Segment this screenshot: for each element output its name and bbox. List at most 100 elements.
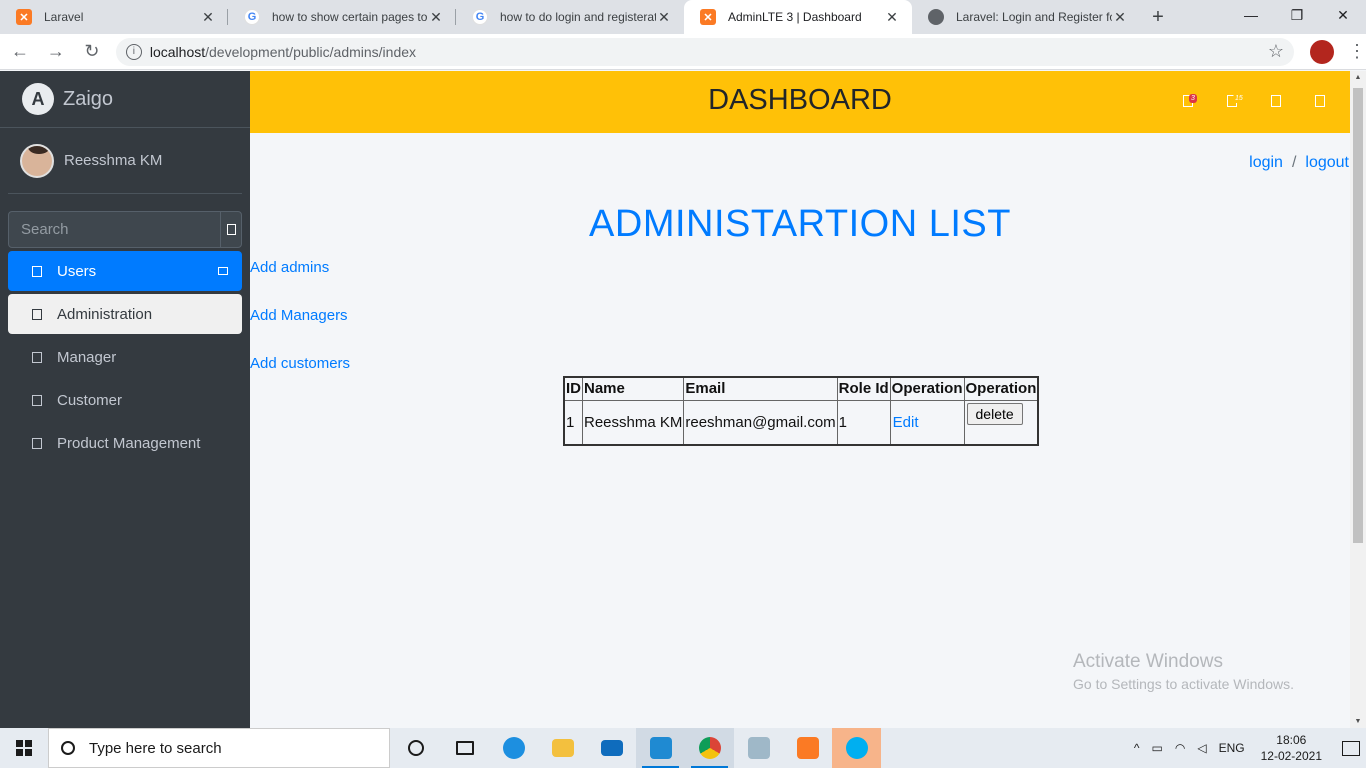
column-header: Operation xyxy=(963,376,1039,401)
info-icon[interactable]: i xyxy=(125,43,142,60)
browser-menu-icon[interactable]: ⋮ xyxy=(1348,41,1366,62)
cell-email: reeshman@gmail.com xyxy=(683,399,838,446)
sidebar-item-users[interactable]: Users xyxy=(8,251,242,291)
close-icon[interactable]: ✕ xyxy=(656,9,672,26)
page-title: ADMINISTARTION LIST xyxy=(589,203,1011,245)
taskbar-search[interactable]: Type here to search xyxy=(48,728,390,768)
minimize-icon[interactable]: — xyxy=(1228,0,1274,30)
cell-role-id: 1 xyxy=(836,399,891,446)
sidebar-search-button[interactable] xyxy=(220,212,241,247)
table-header-row: ID Name Email Role Id Operation Operatio… xyxy=(563,376,1039,401)
mail-icon[interactable] xyxy=(587,728,636,768)
url-host: localhost xyxy=(149,43,206,60)
main-sidebar: A Zaigo Reesshma KM Users Administration… xyxy=(0,71,250,728)
edit-link[interactable]: Edit xyxy=(893,414,919,431)
browser-tab[interactable]: ✕ Laravel ✕ xyxy=(0,0,228,34)
address-bar[interactable]: i localhost/development/public/admins/in… xyxy=(115,37,1295,66)
circle-icon xyxy=(32,308,42,320)
profile-avatar-icon[interactable] xyxy=(1310,39,1335,64)
delete-button[interactable]: delete xyxy=(966,402,1023,425)
forward-icon[interactable]: → xyxy=(40,36,72,68)
wifi-icon[interactable]: ◠ xyxy=(1175,741,1185,755)
user-panel: Reesshma KM xyxy=(8,128,242,194)
vscode-icon[interactable] xyxy=(636,728,685,768)
tab-title: how to show certain pages to u xyxy=(272,10,428,24)
reload-icon[interactable]: ↻ xyxy=(76,36,108,68)
logout-link[interactable]: logout xyxy=(1305,154,1349,171)
add-customers-link[interactable]: Add customers xyxy=(250,355,350,372)
users-icon xyxy=(32,265,42,277)
navbar-icons: 3 15 xyxy=(1149,94,1325,107)
browser-tab[interactable]: G how to show certain pages to u ✕ xyxy=(228,0,456,34)
fullscreen-icon[interactable] xyxy=(1271,95,1281,107)
cell-delete: delete xyxy=(963,399,1039,446)
url-path: /development/public/admins/index xyxy=(205,43,417,60)
language-indicator[interactable]: ENG xyxy=(1219,741,1245,755)
xampp-icon: ✕ xyxy=(16,9,32,25)
close-icon[interactable]: ✕ xyxy=(1112,9,1128,26)
add-managers-link[interactable]: Add Managers xyxy=(250,307,348,324)
scroll-up-icon[interactable]: ▲ xyxy=(1350,74,1366,81)
clock-time: 18:06 xyxy=(1276,733,1307,747)
new-tab-button[interactable]: + xyxy=(1140,0,1176,34)
user-avatar xyxy=(20,143,54,178)
admins-table: ID Name Email Role Id Operation Operatio… xyxy=(563,376,1040,446)
column-header: Operation xyxy=(889,376,965,401)
auth-links: login / logout xyxy=(1249,154,1350,172)
edge-icon[interactable] xyxy=(489,728,538,768)
close-window-icon[interactable]: ✕ xyxy=(1320,0,1366,30)
tab-title: AdminLTE 3 | Dashboard xyxy=(728,10,862,24)
sidebar-item-administration[interactable]: Administration xyxy=(8,294,242,334)
add-admins-link[interactable]: Add admins xyxy=(250,259,329,276)
sidebar-search xyxy=(8,211,242,248)
sidebar-item-customer[interactable]: Customer xyxy=(8,380,242,420)
login-link[interactable]: login xyxy=(1249,154,1283,171)
sidebar-item-label: Users xyxy=(57,262,97,280)
circle-icon xyxy=(32,437,42,449)
file-explorer-icon[interactable] xyxy=(538,728,587,768)
browser-tab-active[interactable]: ✕ AdminLTE 3 | Dashboard ✕ xyxy=(684,0,912,34)
cell-edit: Edit xyxy=(889,399,965,446)
back-icon[interactable]: ← xyxy=(4,36,36,68)
column-header: Email xyxy=(683,376,838,401)
brand-link[interactable]: A Zaigo xyxy=(0,71,250,128)
notepad-icon[interactable] xyxy=(734,728,783,768)
column-header: ID xyxy=(563,376,583,401)
sidebar-item-product-management[interactable]: Product Management xyxy=(8,423,242,463)
watermark-title: Activate Windows xyxy=(1073,651,1223,672)
sidebar-search-input[interactable] xyxy=(9,212,220,247)
xampp-icon[interactable] xyxy=(783,728,832,768)
window-controls: — ❐ ✕ xyxy=(1228,0,1366,34)
cortana-icon[interactable] xyxy=(391,728,440,768)
chevron-up-icon[interactable]: ^ xyxy=(1134,741,1140,755)
close-icon[interactable]: ✕ xyxy=(428,9,444,26)
globe-icon xyxy=(928,9,944,25)
restore-icon[interactable]: ❐ xyxy=(1274,0,1320,30)
activate-windows-watermark: Activate Windows Go to Settings to activ… xyxy=(1073,651,1294,692)
browser-tab[interactable]: Laravel: Login and Register for ✕ xyxy=(912,0,1140,34)
scrollbar-thumb[interactable] xyxy=(1353,88,1363,543)
messages-icon[interactable]: 3 xyxy=(1183,94,1197,107)
clock[interactable]: 18:06 12-02-2021 xyxy=(1261,732,1322,764)
notification-center-icon[interactable] xyxy=(1342,740,1360,756)
sidebar-item-manager[interactable]: Manager xyxy=(8,337,242,377)
skype-icon[interactable] xyxy=(832,728,881,768)
close-icon[interactable]: ✕ xyxy=(200,9,216,26)
user-name[interactable]: Reesshma KM xyxy=(64,152,162,169)
scroll-down-icon[interactable]: ▼ xyxy=(1350,718,1366,725)
control-sidebar-icon[interactable] xyxy=(1315,95,1325,107)
close-icon[interactable]: ✕ xyxy=(884,9,900,26)
chrome-icon[interactable] xyxy=(685,728,734,768)
windows-logo-icon xyxy=(16,740,32,756)
battery-icon[interactable]: ▭ xyxy=(1152,741,1163,755)
start-button[interactable] xyxy=(0,728,48,768)
task-view-icon[interactable] xyxy=(440,728,489,768)
search-icon xyxy=(226,224,236,235)
notifications-icon[interactable]: 15 xyxy=(1227,94,1245,107)
breadcrumb-divider: / xyxy=(1291,154,1297,171)
volume-icon[interactable]: ◁ xyxy=(1197,741,1206,755)
browser-tab[interactable]: G how to do login and registerati ✕ xyxy=(456,0,684,34)
page-scrollbar[interactable]: ▲ ▼ xyxy=(1350,71,1366,728)
google-icon: G xyxy=(244,9,260,25)
bookmark-star-icon[interactable]: ☆ xyxy=(1268,41,1284,62)
